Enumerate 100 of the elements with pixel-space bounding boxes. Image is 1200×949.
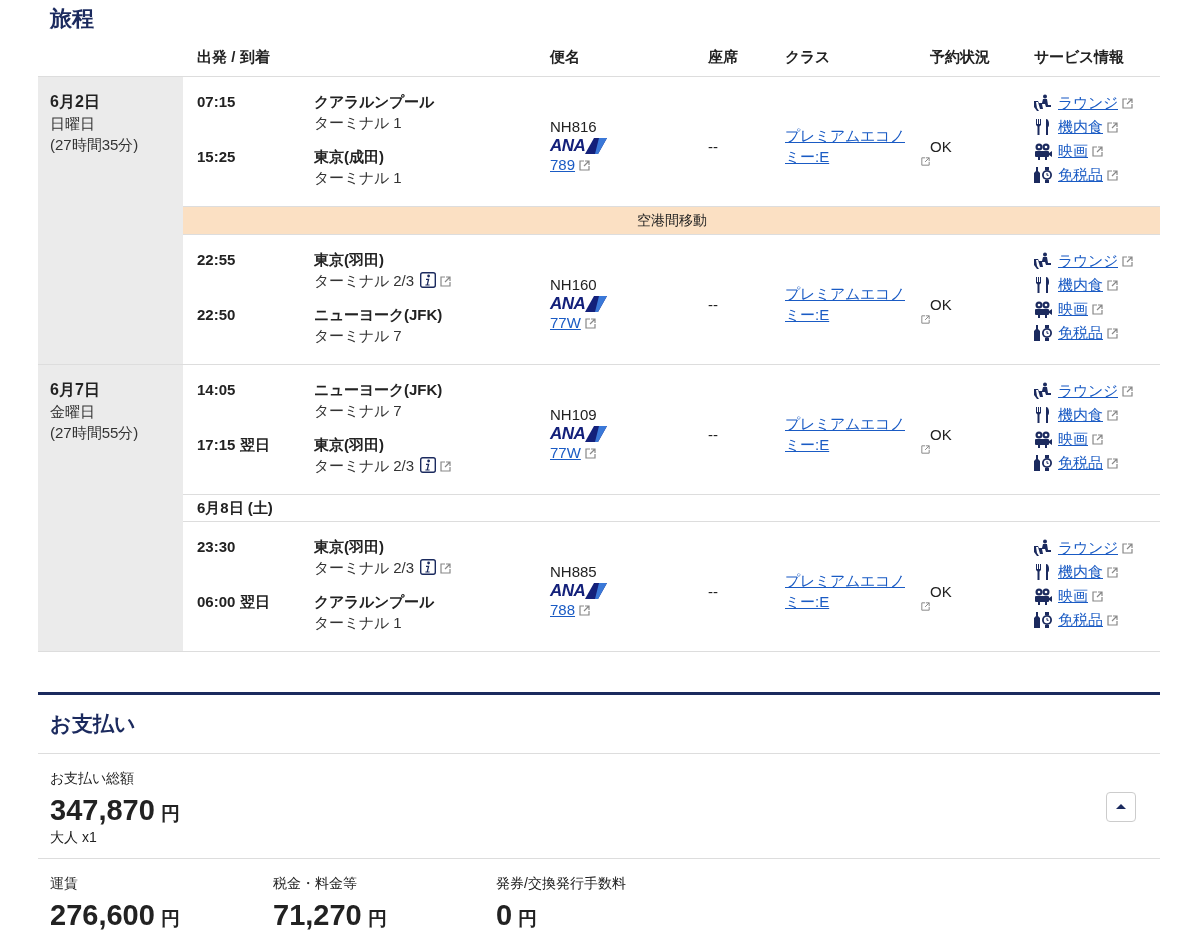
airport-name: 東京(成田) xyxy=(314,147,385,167)
external-link-icon xyxy=(579,160,591,171)
airport-name: クアラルンプール xyxy=(314,92,435,112)
service-link[interactable]: ラウンジ xyxy=(1058,93,1118,111)
external-link-icon xyxy=(1107,279,1118,291)
flight-number: NH109 xyxy=(550,405,597,425)
flight-number: NH816 xyxy=(550,117,597,137)
movie-camera-icon xyxy=(1034,300,1052,318)
airline-logo: ANA xyxy=(550,295,608,313)
column-header: 便名 xyxy=(550,47,581,67)
currency-label: 円 xyxy=(160,907,180,931)
terminal-label: ターミナル 7 xyxy=(314,402,402,419)
service-link[interactable]: 映画 xyxy=(1058,586,1088,604)
terminal-label: ターミナル 1 xyxy=(314,114,402,131)
terminal-label: ターミナル 2/3 xyxy=(314,559,415,576)
service-link[interactable]: 映画 xyxy=(1058,299,1088,317)
terminal-label: ターミナル 1 xyxy=(314,169,402,186)
time-label: 07:15 xyxy=(197,92,237,112)
airline-logo: ANA xyxy=(550,425,608,443)
airport-name: 東京(羽田) xyxy=(314,537,385,557)
external-link-icon xyxy=(584,448,596,459)
external-link-icon xyxy=(1107,614,1118,626)
column-header: クラス xyxy=(785,47,831,67)
service-link[interactable]: 機内食 xyxy=(1058,275,1103,293)
terminal-label: ターミナル 2/3 xyxy=(314,272,415,289)
terminal-label: ターミナル 2/3 xyxy=(314,457,415,474)
total-amount: 347,870 xyxy=(50,793,155,828)
column-header: 座席 xyxy=(708,47,739,67)
info-icon[interactable] xyxy=(420,272,437,288)
aircraft-link[interactable]: 788 xyxy=(550,601,576,618)
class-link[interactable]: プレミアムエコノミー:E xyxy=(785,125,917,167)
total-label: お支払い総額 xyxy=(50,769,135,788)
external-link-icon xyxy=(440,461,452,472)
service-link[interactable]: 免税品 xyxy=(1058,453,1103,471)
service-link[interactable]: ラウンジ xyxy=(1058,251,1118,269)
service-link[interactable]: 免税品 xyxy=(1058,165,1103,183)
currency-label: 円 xyxy=(160,802,180,826)
time-label: 17:15 翌日 xyxy=(197,435,271,455)
external-link-icon xyxy=(1107,121,1118,133)
service-link[interactable]: ラウンジ xyxy=(1058,538,1118,556)
service-link[interactable]: ラウンジ xyxy=(1058,381,1118,399)
passenger-count: 大人 x1 xyxy=(50,828,98,846)
movie-camera-icon xyxy=(1034,430,1052,448)
fork-knife-icon xyxy=(1034,118,1052,136)
duration-label: (27時間35分) xyxy=(50,135,140,155)
flight-number: NH160 xyxy=(550,275,597,295)
external-link-icon xyxy=(440,276,452,287)
external-link-icon xyxy=(584,318,596,329)
currency-label: 円 xyxy=(518,907,538,931)
external-link-icon xyxy=(1122,385,1133,397)
collapse-button[interactable] xyxy=(1106,792,1136,822)
aircraft-link[interactable]: 77W xyxy=(550,444,581,461)
service-link[interactable]: 映画 xyxy=(1058,141,1088,159)
fee-label: 税金・料金等 xyxy=(273,874,358,893)
external-link-icon xyxy=(1107,327,1118,339)
date-label: 6月2日 xyxy=(50,92,101,112)
status-cell-text: OK xyxy=(930,582,953,600)
status-cell-text: OK xyxy=(930,137,953,155)
service-link[interactable]: 免税品 xyxy=(1058,610,1103,628)
info-icon[interactable] xyxy=(420,457,437,473)
external-link-icon xyxy=(1122,255,1133,267)
info-icon[interactable] xyxy=(420,559,437,575)
fork-knife-icon xyxy=(1034,406,1052,424)
fee-amount: 276,600 xyxy=(50,898,155,933)
seat-cell-text: -- xyxy=(708,425,719,443)
duration-label: (27時間55分) xyxy=(50,423,140,443)
status-cell-text: OK xyxy=(930,295,953,313)
service-link[interactable]: 機内食 xyxy=(1058,405,1103,423)
fee-amount: 0 xyxy=(496,898,513,933)
external-link-icon xyxy=(1092,433,1103,445)
bottle-watch-icon xyxy=(1034,166,1052,184)
airport-name: ニューヨーク(JFK) xyxy=(314,305,444,325)
time-label: 22:50 xyxy=(197,305,237,325)
airline-logo: ANA xyxy=(550,137,608,155)
seated-person-icon xyxy=(1034,382,1052,400)
flight-number: NH885 xyxy=(550,562,597,582)
class-link[interactable]: プレミアムエコノミー:E xyxy=(785,413,917,455)
class-link[interactable]: プレミアムエコノミー:E xyxy=(785,283,917,325)
external-link-icon xyxy=(921,601,930,612)
fork-knife-icon xyxy=(1034,276,1052,294)
airport-name: 東京(羽田) xyxy=(314,435,385,455)
service-link[interactable]: 免税品 xyxy=(1058,323,1103,341)
seated-person-icon xyxy=(1034,539,1052,557)
aircraft-link[interactable]: 789 xyxy=(550,156,576,173)
external-link-icon xyxy=(579,605,591,616)
service-link[interactable]: 機内食 xyxy=(1058,117,1103,135)
section-title: お支払い xyxy=(38,695,1160,754)
external-link-icon xyxy=(440,563,452,574)
terminal-label: ターミナル 1 xyxy=(314,614,402,631)
service-link[interactable]: 機内食 xyxy=(1058,562,1103,580)
bottle-watch-icon xyxy=(1034,454,1052,472)
currency-label: 円 xyxy=(367,907,387,931)
aircraft-link[interactable]: 77W xyxy=(550,314,581,331)
external-link-icon xyxy=(1092,303,1103,315)
external-link-icon xyxy=(921,156,930,167)
time-label: 06:00 翌日 xyxy=(197,592,271,612)
service-link[interactable]: 映画 xyxy=(1058,429,1088,447)
time-label: 23:30 xyxy=(197,537,237,557)
class-link[interactable]: プレミアムエコノミー:E xyxy=(785,570,917,612)
external-link-icon xyxy=(1092,145,1103,157)
